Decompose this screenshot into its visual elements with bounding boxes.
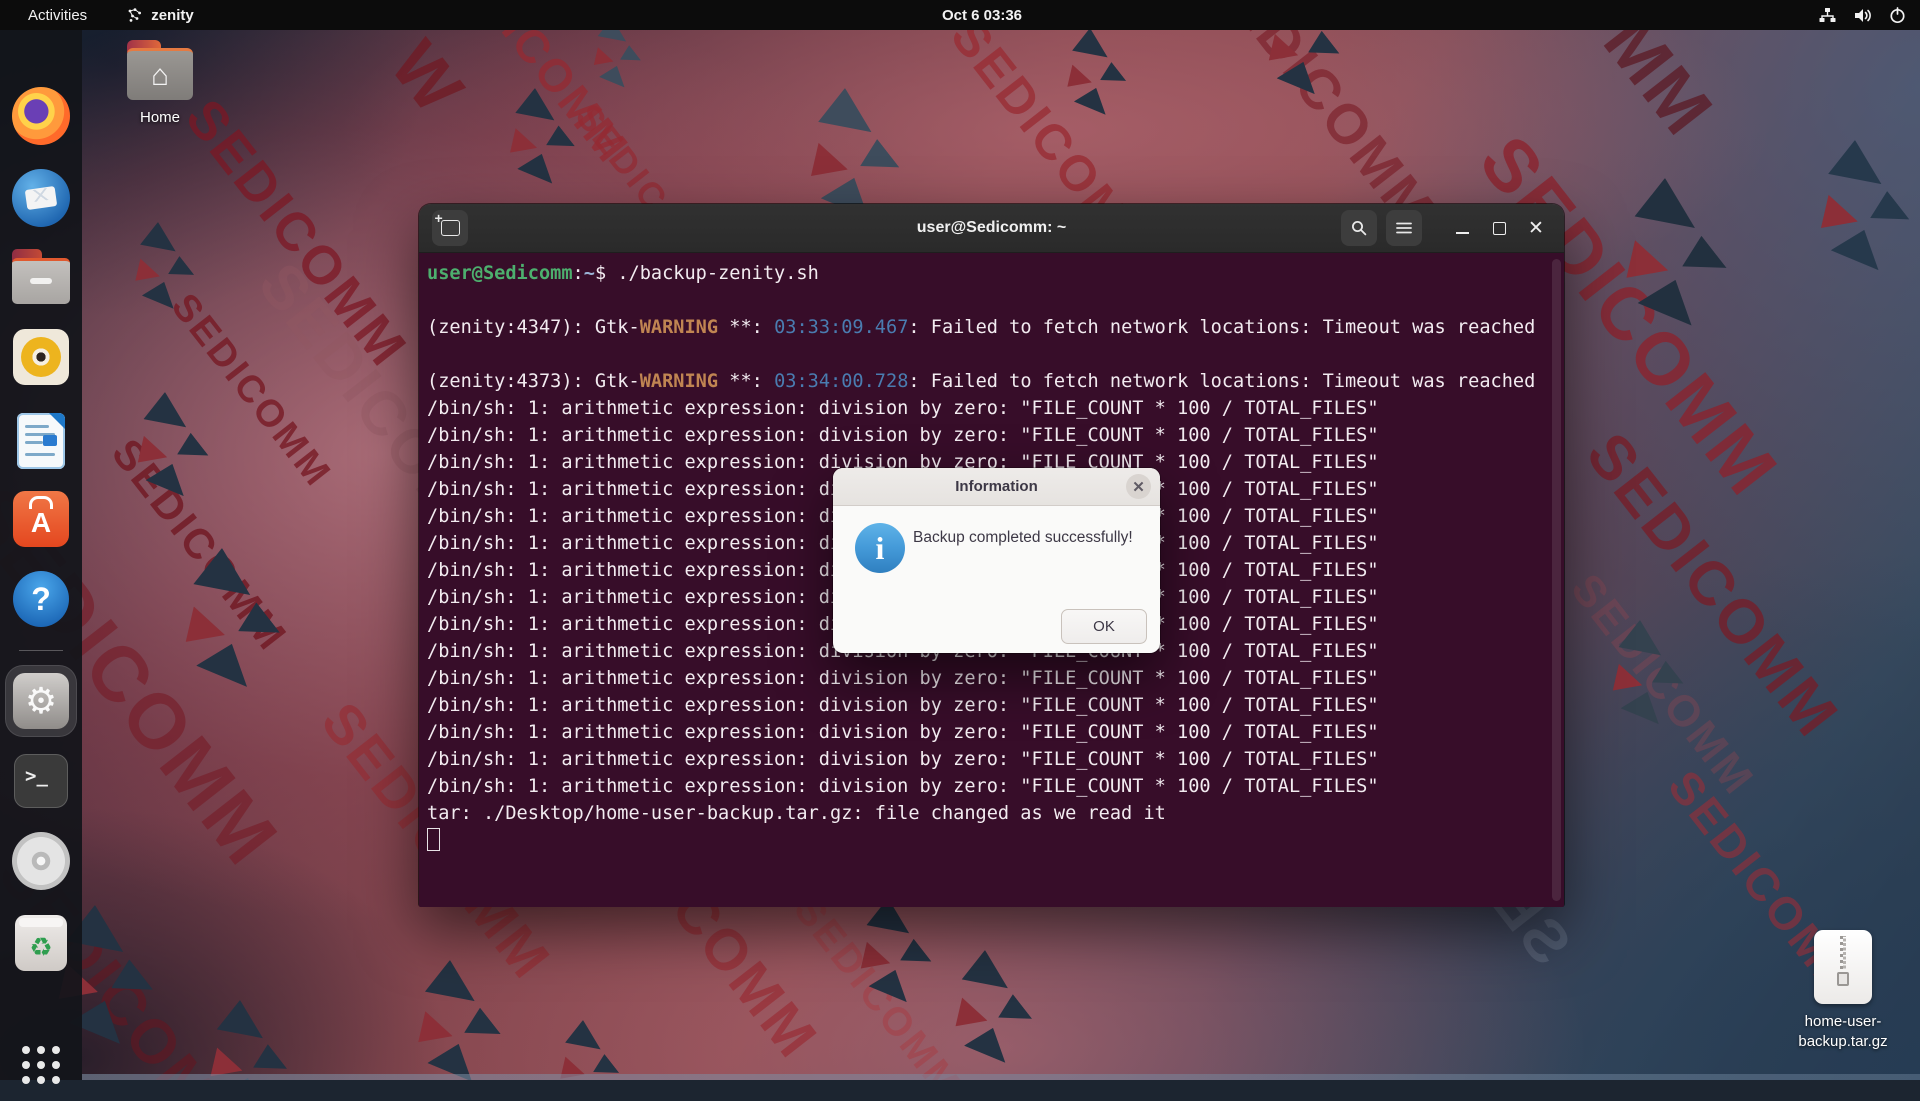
terminal-line xyxy=(427,344,1564,371)
triangle-cluster xyxy=(1772,140,1920,311)
home-icon-label: Home xyxy=(140,108,180,128)
new-tab-icon xyxy=(441,220,460,236)
menu-button[interactable] xyxy=(1386,210,1422,246)
app-grid-icon xyxy=(22,1046,60,1084)
activities-button[interactable]: Activities xyxy=(22,7,93,24)
firefox-icon xyxy=(12,87,70,145)
dock-item-firefox[interactable] xyxy=(5,80,77,152)
archive-file-icon xyxy=(1814,930,1872,1004)
dialog-titlebar[interactable]: Information ✕ xyxy=(833,468,1160,506)
terminal-scrollbar[interactable] xyxy=(1552,259,1561,901)
terminal-cursor xyxy=(427,828,440,851)
maximize-icon xyxy=(1493,222,1506,235)
information-dialog: Information ✕ i Backup completed success… xyxy=(833,468,1160,653)
dock-item-ubuntu-software[interactable]: A xyxy=(5,483,77,555)
top-bar: Activities zenity Oct 6 03:36 xyxy=(0,0,1920,30)
terminal-line: tar: ./Desktop/home-user-backup.tar.gz: … xyxy=(427,803,1564,830)
clock[interactable]: Oct 6 03:36 xyxy=(942,0,1022,30)
dock-separator xyxy=(19,650,63,651)
desktop-icon-home[interactable]: ⌂ Home xyxy=(100,48,220,128)
search-icon xyxy=(1351,220,1367,236)
triangle-cluster xyxy=(528,1020,639,1080)
terminal-line: /bin/sh: 1: arithmetic expression: divis… xyxy=(427,425,1564,452)
ubuntu-software-icon: A xyxy=(13,491,69,547)
terminal-line: /bin/sh: 1: arithmetic expression: divis… xyxy=(427,749,1564,776)
network-wired-icon[interactable] xyxy=(1818,7,1837,24)
dialog-close-button[interactable]: ✕ xyxy=(1126,474,1151,499)
info-icon: i xyxy=(855,523,905,573)
app-indicator[interactable]: zenity xyxy=(127,7,194,24)
dock-item-trash[interactable]: ♻ xyxy=(5,907,77,979)
terminal-line: (zenity:4373): Gtk-WARNING **: 03:34:00.… xyxy=(427,371,1564,398)
files-icon xyxy=(12,258,70,304)
wallpaper-watermark: W xyxy=(375,26,481,130)
terminal-line: /bin/sh: 1: arithmetic expression: divis… xyxy=(427,722,1564,749)
dock-item-settings[interactable]: ⚙ xyxy=(5,665,77,737)
minimize-icon xyxy=(1456,232,1469,234)
dock-item-files[interactable] xyxy=(5,241,77,313)
dock-item-writer[interactable] xyxy=(5,405,77,477)
dock-item-show-apps[interactable] xyxy=(5,1029,77,1101)
dock-item-help[interactable]: ? xyxy=(5,563,77,635)
dock-item-disc[interactable] xyxy=(5,825,77,897)
archive-icon-label: home-user-backup.tar.gz xyxy=(1798,1012,1887,1053)
power-icon[interactable] xyxy=(1889,7,1906,24)
app-indicator-label: zenity xyxy=(151,7,194,24)
volume-icon[interactable] xyxy=(1853,7,1873,24)
dialog-body: i Backup completed successfully! OK xyxy=(833,506,1160,653)
libreoffice-writer-icon xyxy=(17,413,65,469)
terminal-line: /bin/sh: 1: arithmetic expression: divis… xyxy=(427,668,1564,695)
dialog-message: Backup completed successfully! xyxy=(913,529,1133,547)
new-tab-button[interactable] xyxy=(432,210,468,246)
dock-item-rhythmbox[interactable] xyxy=(5,321,77,393)
thunderbird-icon xyxy=(12,169,70,227)
triangle-cluster xyxy=(168,1000,312,1080)
terminal-line xyxy=(427,830,1564,857)
minimize-button[interactable] xyxy=(1448,214,1476,242)
rhythmbox-icon xyxy=(13,329,69,385)
maximize-button[interactable] xyxy=(1485,214,1513,242)
trash-icon: ♻ xyxy=(15,915,67,971)
dock: A ? ⚙ >_ ♻ xyxy=(0,30,82,1080)
desktop-icon-archive[interactable]: home-user-backup.tar.gz xyxy=(1783,930,1903,1053)
disc-icon xyxy=(12,832,70,890)
terminal-line: /bin/sh: 1: arithmetic expression: divis… xyxy=(427,398,1564,425)
terminal-line: user@Sedicomm:~$ ./backup-zenity.sh xyxy=(427,263,1564,290)
wallpaper-horizon xyxy=(82,1074,1920,1080)
terminal-line: (zenity:4347): Gtk-WARNING **: 03:33:09.… xyxy=(427,317,1564,344)
dialog-title: Information xyxy=(955,478,1038,495)
house-glyph-icon: ⌂ xyxy=(151,61,169,91)
zenity-app-icon xyxy=(127,7,143,23)
dock-item-thunderbird[interactable] xyxy=(5,162,77,234)
terminal-line: /bin/sh: 1: arithmetic expression: divis… xyxy=(427,695,1564,722)
dock-item-terminal[interactable]: >_ xyxy=(5,745,77,817)
triangle-cluster xyxy=(99,392,232,529)
terminal-line xyxy=(427,290,1564,317)
ok-button[interactable]: OK xyxy=(1061,609,1147,644)
close-button[interactable]: ✕ xyxy=(1522,214,1550,242)
search-button[interactable] xyxy=(1341,210,1377,246)
close-icon: ✕ xyxy=(1132,478,1145,496)
terminal-titlebar[interactable]: user@Sedicomm: ~ ✕ xyxy=(419,204,1564,253)
terminal-icon: >_ xyxy=(14,754,68,808)
home-folder-icon: ⌂ xyxy=(127,48,193,100)
hamburger-menu-icon xyxy=(1396,222,1412,234)
terminal-line: /bin/sh: 1: arithmetic expression: divis… xyxy=(427,776,1564,803)
active-app-highlight xyxy=(5,665,77,737)
close-icon: ✕ xyxy=(1528,219,1544,238)
help-icon: ? xyxy=(13,571,69,627)
